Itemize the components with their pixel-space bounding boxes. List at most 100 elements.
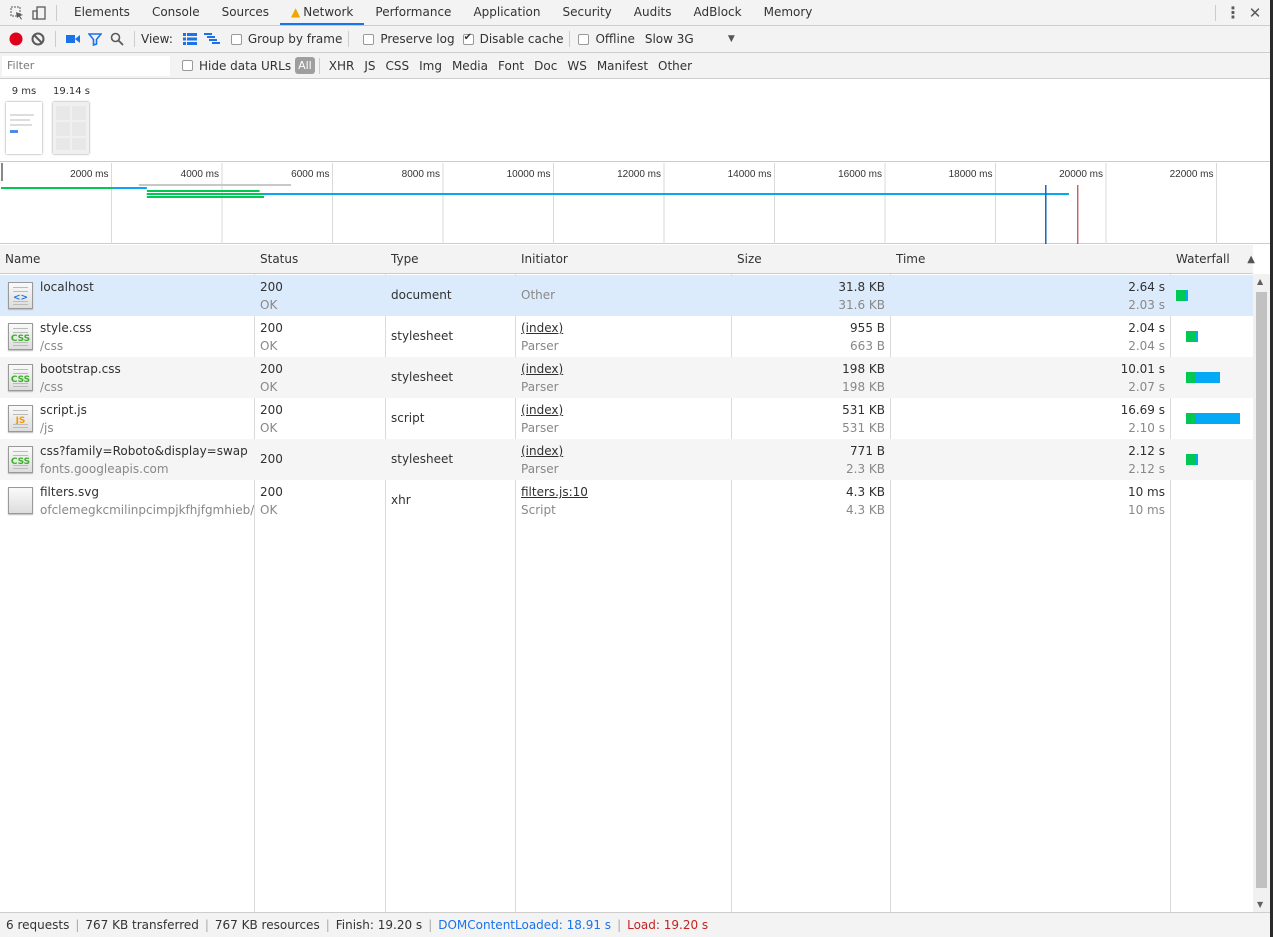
tab-performance[interactable]: Performance [364,0,462,25]
device-toolbar-icon[interactable] [28,2,50,24]
resource-type: stylesheet [391,452,454,466]
waterfall-download-bar[interactable] [1196,413,1241,424]
waterfall-download-bar[interactable] [1196,454,1198,465]
request-row[interactable]: CSS bootstrap.css/css 200 OK stylesheet (inde… [0,357,1253,398]
initiator-link[interactable]: (index) [521,444,563,458]
request-row[interactable]: <> localhost 200 OK document Other 31.8 KB 31.6… [0,275,1253,316]
request-name[interactable]: localhost [40,280,94,294]
show-overview-icon[interactable] [201,28,223,50]
type-filter-all[interactable]: All [295,57,315,74]
cell-time: 10 ms 10 ms [891,480,1170,521]
request-name[interactable]: script.js [40,403,87,417]
search-icon[interactable] [106,28,128,50]
type-filter-media[interactable]: Media [447,59,493,73]
request-name[interactable]: filters.svg [40,485,99,499]
record-icon[interactable] [5,28,27,50]
inspect-element-icon[interactable] [6,2,28,24]
waterfall-download-bar[interactable] [1186,290,1188,301]
waterfall-waiting-bar[interactable] [1186,454,1196,465]
type-filter-manifest[interactable]: Manifest [592,59,653,73]
waterfall-waiting-bar[interactable] [1176,290,1186,301]
request-row[interactable]: CSS css?family=Roboto&display=swap fonts.g… [0,439,1253,480]
close-icon[interactable]: ✕ [1244,2,1266,24]
cell-time: 2.12 s 2.12 s [891,439,1170,480]
type-filter-font[interactable]: Font [493,59,529,73]
overview-tick-label: 10000 ms [507,169,551,180]
initiator-type: Parser [521,339,559,353]
throttling-select[interactable]: Slow 3G ▼ [645,32,735,46]
timeline-overview[interactable]: 2000 ms 4000 ms 6000 ms 8000 ms 10000 ms 1200… [0,163,1270,244]
scrollbar-thumb[interactable] [1256,292,1267,888]
column-header-time[interactable]: Time [891,245,1171,274]
offline-checkbox[interactable]: Offline [578,32,635,46]
transfer-size: 771 B [850,444,885,458]
initiator-link[interactable]: (index) [521,362,563,376]
screenshot-time: 9 ms [11,86,37,97]
scroll-down-icon[interactable]: ▼ [1257,900,1263,909]
request-row[interactable]: filters.svg ofclemegkcmilinpcimpjkfhjfgmh… [0,480,1253,521]
column-header-initiator[interactable]: Initiator [516,245,732,274]
preserve-log-checkbox[interactable]: Preserve log [363,32,455,46]
waterfall-download-bar[interactable] [1196,372,1221,383]
tab-label: Application [473,5,541,19]
tab-console[interactable]: Console [141,0,211,25]
tab-adblock[interactable]: AdBlock [683,0,753,25]
css-file-icon: CSS [8,323,33,350]
column-header-status[interactable]: Status [255,245,386,274]
cell-type: stylesheet [386,316,515,357]
type-filter-other[interactable]: Other [653,59,697,73]
type-filter-xhr[interactable]: XHR [324,59,360,73]
tab-label: Console [151,5,200,19]
tab-audits[interactable]: Audits [623,0,683,25]
waterfall-waiting-bar[interactable] [1186,413,1196,424]
large-request-rows-icon[interactable] [179,28,201,50]
overview-queued-bar [138,184,292,186]
tab-label: Memory [763,5,813,19]
tab-sources[interactable]: Sources [211,0,280,25]
request-name[interactable]: bootstrap.css [40,362,121,376]
cell-type: stylesheet [386,357,515,398]
column-header-waterfall[interactable]: Waterfall ▲ [1171,245,1255,274]
type-filter-js[interactable]: JS [359,59,380,73]
column-header-label: Initiator [521,252,568,266]
disable-cache-checkbox[interactable]: Disable cache [462,32,563,46]
waterfall-download-bar[interactable] [1196,331,1198,342]
tab-elements[interactable]: Elements [63,0,141,25]
divider [134,31,135,47]
group-by-frame-checkbox[interactable]: Group by frame [230,32,342,46]
request-row[interactable]: CSS style.css/css 200 OK stylesheet (index) Pa… [0,316,1253,357]
column-header-size[interactable]: Size [732,245,891,274]
column-header-type[interactable]: Type [386,245,516,274]
vertical-scrollbar[interactable]: ▲ ▼ [1253,274,1270,912]
type-filter-ws[interactable]: WS [562,59,591,73]
cell-name: <> localhost [0,275,254,316]
tab-application[interactable]: Application [462,0,551,25]
throttling-value: Slow 3G [644,32,694,46]
type-filter-doc[interactable]: Doc [529,59,562,73]
filter-icon[interactable] [84,28,106,50]
waterfall-waiting-bar[interactable] [1186,372,1196,383]
type-filter-img[interactable]: Img [414,59,447,73]
capture-screenshots-icon[interactable] [62,28,84,50]
initiator-link[interactable]: filters.js:10 [521,485,588,499]
status-code: 200 [260,362,283,376]
screenshot-frame[interactable]: 19.14 s [53,86,90,154]
tab-network[interactable]: ▲ Network [280,0,365,25]
overview-waiting-bar [1,187,114,189]
request-name[interactable]: style.css [40,321,92,335]
tab-memory[interactable]: Memory [753,0,824,25]
waterfall-waiting-bar[interactable] [1186,331,1196,342]
request-name[interactable]: css?family=Roboto&display=swap [40,444,248,458]
column-header-name[interactable]: Name [0,245,255,274]
initiator-link[interactable]: (index) [521,403,563,417]
screenshot-frame[interactable]: 9 ms [6,86,42,154]
initiator-link[interactable]: (index) [521,321,563,335]
filter-input[interactable] [2,55,170,76]
type-filter-css[interactable]: CSS [380,59,414,73]
tab-security[interactable]: Security [552,0,623,25]
hide-data-urls-checkbox[interactable]: Hide data URLs [182,59,291,73]
more-options-icon[interactable]: ⋮ [1222,2,1244,24]
clear-icon[interactable] [27,28,49,50]
request-row[interactable]: JS script.js/js 200 OK script (index) Parser 53… [0,398,1253,439]
scroll-up-icon[interactable]: ▲ [1257,277,1263,286]
